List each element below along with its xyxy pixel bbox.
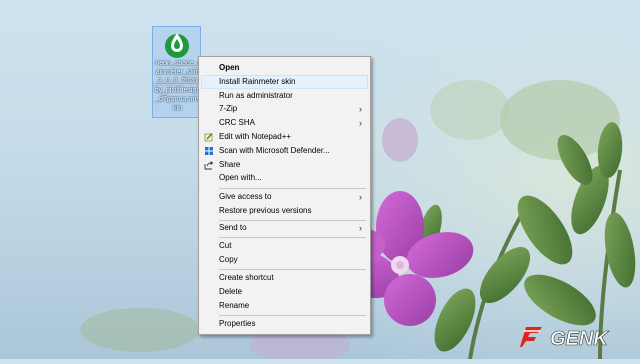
menu-item-run-as-administrator[interactable]: Run as administrator bbox=[201, 89, 368, 103]
menu-item-give-access-to[interactable]: Give access to › bbox=[201, 190, 368, 204]
menu-item-label: Scan with Microsoft Defender... bbox=[219, 146, 330, 155]
menu-item-install-rainmeter-skin[interactable]: Install Rainmeter skin bbox=[201, 75, 368, 89]
desktop-file-icon-rmskin[interactable]: neon_space_rainmeter_skin_3_0_0_2020_by_… bbox=[152, 26, 201, 118]
menu-item-share[interactable]: Share bbox=[201, 158, 368, 172]
menu-separator bbox=[219, 315, 366, 316]
menu-item-crc-sha[interactable]: CRC SHA › bbox=[201, 116, 368, 130]
menu-item-label: Create shortcut bbox=[219, 273, 274, 282]
menu-separator bbox=[219, 269, 366, 270]
menu-item-label: Cut bbox=[219, 241, 232, 250]
menu-item-label: Rename bbox=[219, 301, 250, 310]
chevron-right-icon: › bbox=[359, 223, 362, 233]
menu-item-properties[interactable]: Properties bbox=[201, 317, 368, 331]
menu-separator bbox=[219, 237, 366, 238]
desktop-icon-label: neon_space_rainmeter_skin_3_0_0_2020_by_… bbox=[154, 60, 201, 112]
rainmeter-drop-icon bbox=[165, 33, 189, 58]
watermark-text: GENK bbox=[550, 328, 609, 350]
menu-item-label: Copy bbox=[219, 255, 238, 264]
share-icon bbox=[204, 161, 214, 170]
defender-shield-icon bbox=[205, 147, 213, 155]
menu-item-label: Edit with Notepad++ bbox=[219, 132, 292, 141]
menu-item-scan-defender[interactable]: Scan with Microsoft Defender... bbox=[201, 144, 368, 158]
menu-item-label: Open bbox=[219, 63, 240, 72]
menu-item-label: Share bbox=[219, 160, 241, 169]
context-menu: Open Install Rainmeter skin Run as admin… bbox=[198, 56, 371, 335]
genk-watermark-logo: GENK bbox=[520, 327, 610, 350]
menu-item-label: Run as administrator bbox=[219, 91, 293, 100]
menu-item-label: Install Rainmeter skin bbox=[219, 77, 296, 86]
menu-item-rename[interactable]: Rename bbox=[201, 299, 368, 313]
chevron-right-icon: › bbox=[359, 104, 362, 114]
menu-item-7zip[interactable]: 7-Zip › bbox=[201, 102, 368, 116]
menu-item-delete[interactable]: Delete bbox=[201, 285, 368, 299]
menu-item-label: 7-Zip bbox=[219, 104, 238, 113]
menu-item-open[interactable]: Open bbox=[201, 61, 368, 75]
menu-item-copy[interactable]: Copy bbox=[201, 253, 368, 267]
menu-item-label: Give access to bbox=[219, 192, 272, 201]
menu-item-label: Delete bbox=[219, 287, 243, 296]
menu-item-label: Properties bbox=[219, 319, 256, 328]
menu-item-cut[interactable]: Cut bbox=[201, 239, 368, 253]
menu-item-open-with[interactable]: Open with... bbox=[201, 171, 368, 185]
menu-separator bbox=[219, 188, 366, 189]
chevron-right-icon: › bbox=[359, 118, 362, 128]
menu-item-edit-notepadpp[interactable]: Edit with Notepad++ bbox=[201, 130, 368, 144]
menu-item-label: Restore previous versions bbox=[219, 206, 312, 215]
menu-item-create-shortcut[interactable]: Create shortcut bbox=[201, 271, 368, 285]
menu-item-label: CRC SHA bbox=[219, 118, 256, 127]
menu-item-send-to[interactable]: Send to › bbox=[201, 221, 368, 235]
menu-item-label: Open with... bbox=[219, 173, 262, 182]
menu-item-label: Send to bbox=[219, 223, 247, 232]
menu-item-restore-previous-versions[interactable]: Restore previous versions bbox=[201, 204, 368, 218]
chevron-right-icon: › bbox=[359, 192, 362, 202]
notepadpp-icon bbox=[204, 133, 213, 142]
